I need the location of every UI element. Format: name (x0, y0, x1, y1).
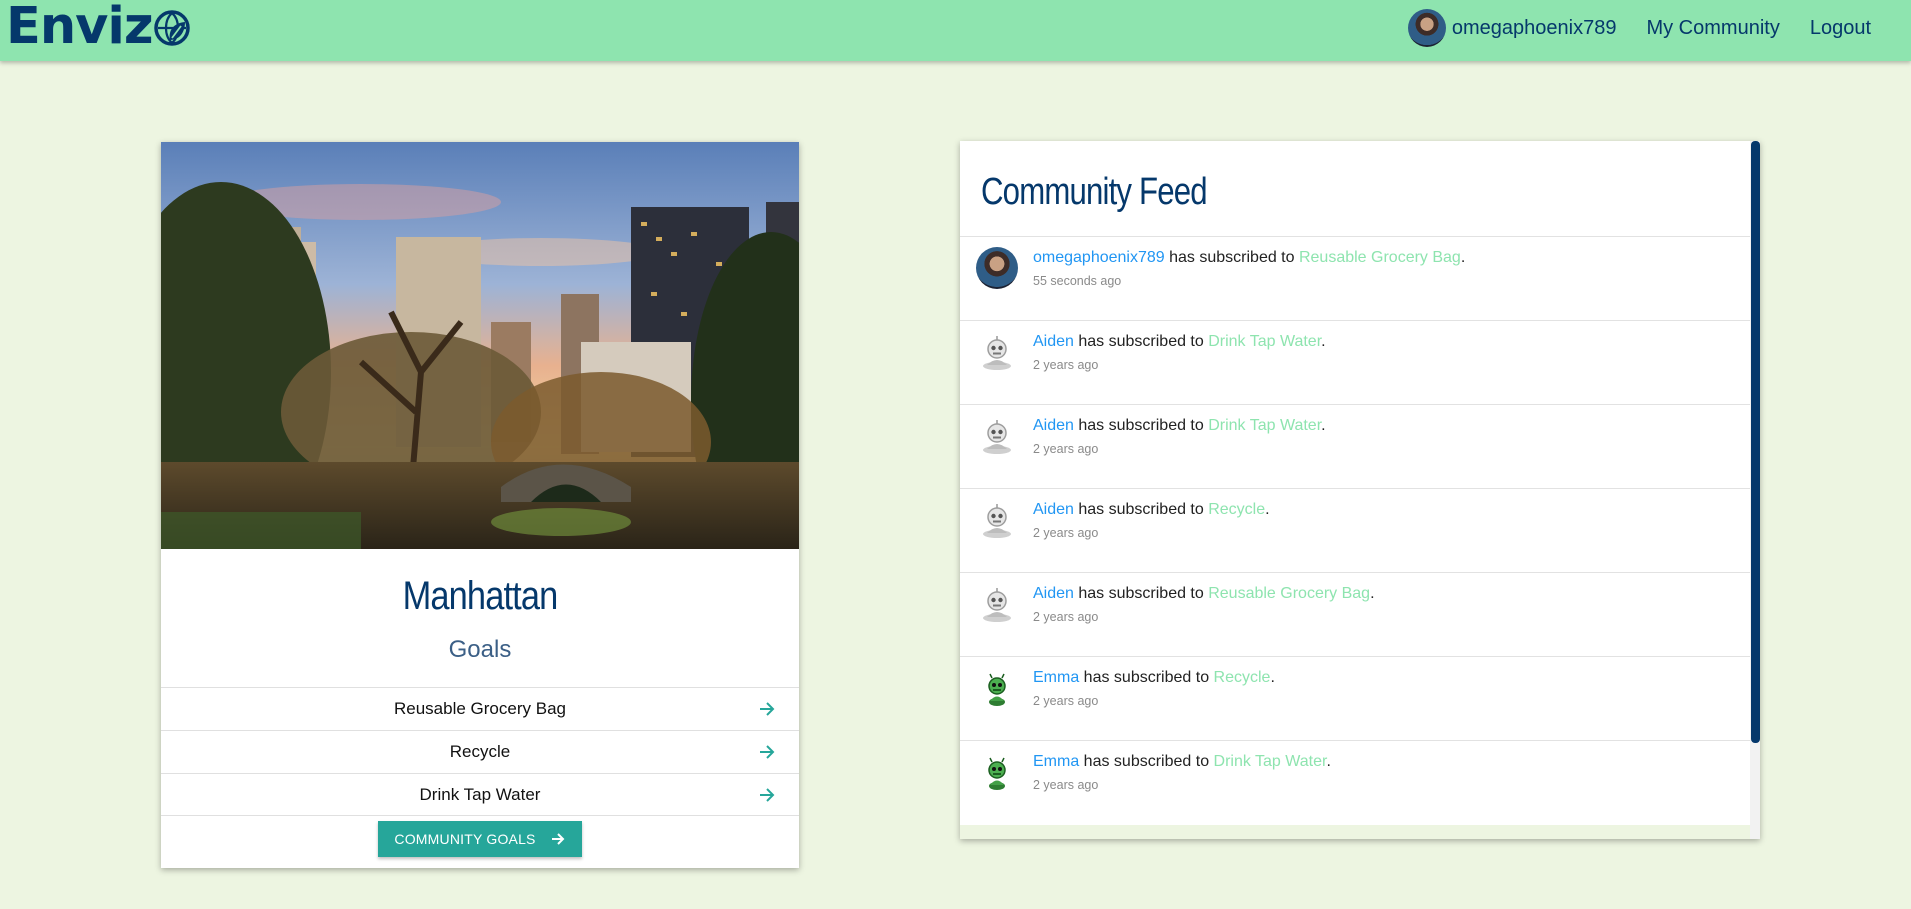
robot-avatar-icon[interactable] (976, 415, 1018, 457)
feed-connector: has subscribed to (1164, 249, 1299, 266)
goal-label: Drink Tap Water (419, 784, 541, 804)
feed-user-link[interactable]: Aiden (1033, 333, 1074, 350)
feed-item: Aiden has subscribed to Drink Tap Water.… (960, 404, 1750, 488)
feed-text: Emma has subscribed to Drink Tap Water. (1033, 753, 1331, 770)
goal-row[interactable]: Reusable Grocery Bag (161, 687, 799, 730)
feed-connector: has subscribed to (1073, 333, 1209, 350)
feed-timestamp: 2 years ago (1033, 610, 1099, 624)
globe-leaf-icon (153, 10, 190, 46)
feed-item: Emma has subscribed to Drink Tap Water. … (960, 740, 1750, 824)
feed-goal-link[interactable]: Drink Tap Water (1208, 333, 1321, 350)
arrow-right-icon[interactable] (757, 785, 777, 805)
top-navbar: Enviz omegaphoenix789 My Community Logou… (0, 0, 1911, 61)
goal-row[interactable]: Recycle (161, 730, 799, 773)
feed-item: omegaphoenix789 has subscribed to Reusab… (960, 236, 1750, 320)
feed-item: Aiden has subscribed to Recycle. 2 years… (960, 488, 1750, 572)
green-alien-avatar-icon[interactable] (976, 751, 1018, 793)
feed-goal-link[interactable]: Recycle (1214, 669, 1271, 686)
brand-name: Enviz (6, 0, 154, 56)
robot-avatar-icon[interactable] (976, 499, 1018, 541)
feed-text: Aiden has subscribed to Reusable Grocery… (1033, 585, 1375, 602)
manhattan-park-image (161, 142, 799, 549)
feed-goal-link[interactable]: Drink Tap Water (1208, 417, 1321, 434)
goal-row[interactable]: Drink Tap Water (161, 773, 799, 816)
feed-timestamp: 2 years ago (1033, 358, 1099, 372)
feed-connector: has subscribed to (1073, 417, 1209, 434)
feed-goal-link[interactable]: Recycle (1208, 501, 1265, 518)
nav-my-community[interactable]: My Community (1646, 17, 1779, 40)
arrow-right-icon (551, 833, 565, 845)
feed-timestamp: 2 years ago (1033, 694, 1099, 708)
feed-user-link[interactable]: Emma (1033, 753, 1079, 770)
feed-title: Community Feed (981, 171, 1208, 213)
feed-user-link[interactable]: Emma (1033, 669, 1079, 686)
community-name: Manhattan (402, 574, 559, 618)
feed-connector: has subscribed to (1079, 669, 1214, 686)
feed-item: Aiden has subscribed to Reusable Grocery… (960, 572, 1750, 656)
feed-scrollbar-thumb[interactable] (1751, 141, 1760, 743)
community-feed: Community Feed omegaphoenix789 has subsc… (960, 141, 1760, 839)
feed-connector: has subscribed to (1073, 501, 1209, 518)
nav-username[interactable]: omegaphoenix789 (1452, 17, 1617, 40)
feed-item: Aiden has subscribed to Drink Tap Water.… (960, 320, 1750, 404)
feed-goal-link[interactable]: Drink Tap Water (1214, 753, 1327, 770)
feed-user-link[interactable]: Aiden (1033, 417, 1074, 434)
feed-item: Emma has subscribed to Recycle. 2 years … (960, 656, 1750, 740)
goal-label: Recycle (449, 742, 511, 761)
goal-label: Reusable Grocery Bag (394, 699, 566, 718)
arrow-right-icon[interactable] (757, 742, 777, 762)
community-photo (161, 142, 799, 549)
robot-avatar-icon[interactable] (976, 583, 1018, 625)
feed-bottom-strip (960, 825, 1750, 839)
brand-logo[interactable]: Enviz (6, 0, 190, 56)
community-goals-label: COMMUNITY GOALS (394, 831, 536, 847)
goals-heading: Goals (448, 636, 512, 663)
robot-avatar-icon[interactable] (976, 331, 1018, 373)
feed-text: omegaphoenix789 has subscribed to Reusab… (1033, 249, 1466, 266)
arrow-right-icon[interactable] (757, 699, 777, 719)
nav-logout[interactable]: Logout (1810, 17, 1871, 40)
green-alien-avatar-icon[interactable] (976, 667, 1018, 709)
feed-text: Emma has subscribed to Recycle. (1033, 669, 1275, 686)
feed-user-link[interactable]: Aiden (1033, 585, 1074, 602)
feed-timestamp: 55 seconds ago (1033, 274, 1122, 288)
feed-timestamp: 2 years ago (1033, 526, 1099, 540)
feed-text: Aiden has subscribed to Drink Tap Water. (1033, 333, 1326, 350)
feed-text: Aiden has subscribed to Drink Tap Water. (1033, 417, 1326, 434)
community-card: Manhattan Goals Reusable Grocery Bag Rec… (161, 142, 799, 868)
feed-user-link[interactable]: omegaphoenix789 (1033, 249, 1165, 266)
user-avatar[interactable] (1407, 9, 1446, 47)
community-goals-button[interactable]: COMMUNITY GOALS (378, 821, 582, 857)
feed-goal-link[interactable]: Reusable Grocery Bag (1299, 249, 1461, 266)
feed-connector: has subscribed to (1073, 585, 1209, 602)
feed-timestamp: 2 years ago (1033, 778, 1099, 792)
user-avatar[interactable] (976, 247, 1018, 289)
feed-text: Aiden has subscribed to Recycle. (1033, 501, 1270, 518)
feed-user-link[interactable]: Aiden (1033, 501, 1074, 518)
feed-timestamp: 2 years ago (1033, 442, 1099, 456)
feed-goal-link[interactable]: Reusable Grocery Bag (1208, 585, 1370, 602)
feed-connector: has subscribed to (1079, 753, 1214, 770)
